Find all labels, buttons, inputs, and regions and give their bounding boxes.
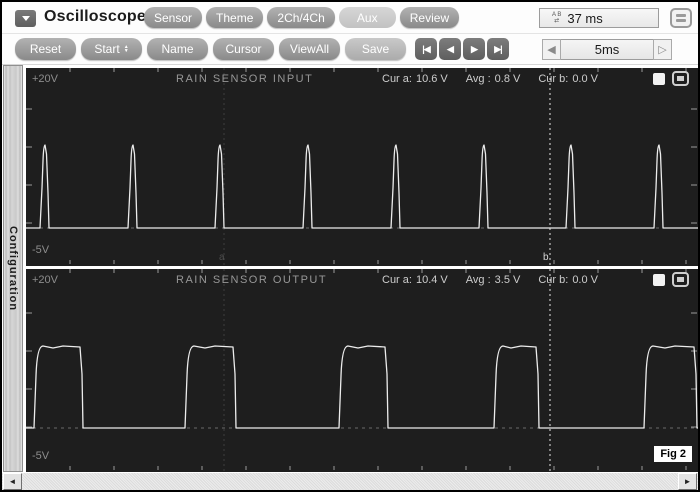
scroll-left-button[interactable]: ◄ — [3, 473, 22, 490]
button-cursor[interactable]: Cursor — [213, 38, 274, 60]
scope-input-pane: +20V RAIN SENSOR INPUT Cur a: 10.6 V Avg … — [26, 68, 698, 266]
scope-input-vmin-label: -5V — [32, 244, 49, 256]
cur-b-label: Cur b: — [538, 274, 568, 286]
next-frame-icon[interactable]: ▶ — [463, 38, 485, 60]
button-viewall[interactable]: ViewAll — [279, 38, 340, 60]
horizontal-scrollbar[interactable]: ◄ ► — [2, 472, 698, 490]
button-theme[interactable]: Theme — [206, 7, 263, 28]
configuration-panel-handle[interactable]: Configuration — [3, 65, 23, 472]
scope-input-title: RAIN SENSOR INPUT — [176, 73, 313, 85]
ab-cursor-icon: A B ⇄ — [552, 12, 561, 24]
configuration-label: Configuration — [7, 226, 19, 311]
titlebar-buttons: SensorTheme2Ch/4ChAuxReview — [144, 7, 459, 28]
channel-outline-toggle-icon[interactable] — [672, 71, 689, 86]
scope-input-vmax-label: +20V — [32, 73, 58, 85]
button-start[interactable]: Start▲▼ — [81, 38, 142, 60]
figure-badge: Fig 2 — [654, 446, 692, 462]
cursor-a-tag[interactable]: a — [219, 252, 225, 263]
scope-column: +20V RAIN SENSOR INPUT Cur a: 10.6 V Avg … — [26, 68, 698, 472]
timebase-next-button[interactable]: ▷ — [653, 39, 672, 60]
avg-value: 3.5 V — [495, 274, 521, 286]
scope-output-pane: +20V RAIN SENSOR OUTPUT Cur a: 10.4 V Avg… — [26, 269, 698, 472]
timebase-value[interactable]: 5ms — [561, 39, 653, 60]
avg-value: 0.8 V — [495, 73, 521, 85]
layout-panes-icon[interactable] — [670, 8, 692, 28]
channel-outline-toggle-icon[interactable] — [672, 272, 689, 287]
waveform-input-display — [26, 68, 698, 266]
cur-b-value: 0.0 V — [572, 274, 598, 286]
cur-a-value: 10.6 V — [416, 73, 448, 85]
channel-solid-toggle-icon[interactable] — [653, 73, 665, 85]
ab-measure-value: 37 ms — [567, 11, 602, 26]
cur-b-label: Cur b: — [538, 73, 568, 85]
channel-solid-toggle-icon[interactable] — [653, 274, 665, 286]
cur-a-label: Cur a: — [382, 73, 412, 85]
up-down-spinner-icon: ▲▼ — [124, 45, 129, 53]
menu-dropdown-button[interactable] — [15, 10, 36, 27]
main-area: Configuration +20V RAIN SENSOR INPUT Cur… — [2, 65, 698, 472]
scope-output-vmin-label: -5V — [32, 450, 49, 462]
chevron-down-icon — [22, 16, 30, 21]
app-title: Oscilloscope — [44, 8, 146, 26]
button-2ch4ch[interactable]: 2Ch/4Ch — [267, 7, 334, 28]
frame-nav-group: |◀◀▶▶| — [415, 38, 509, 60]
button-review[interactable]: Review — [400, 7, 459, 28]
scope-input-readouts: Cur a: 10.6 V Avg : 0.8 V Cur b: 0.0 V — [382, 73, 598, 85]
toolbar: ResetStart▲▼NameCursorViewAllSave |◀◀▶▶|… — [2, 34, 698, 65]
button-name[interactable]: Name — [147, 38, 208, 60]
timebase-control: ◀ 5ms ▷ — [542, 39, 672, 60]
cur-b-value: 0.0 V — [572, 73, 598, 85]
cur-a-value: 10.4 V — [416, 274, 448, 286]
avg-label: Avg : — [466, 274, 491, 286]
scroll-right-button[interactable]: ► — [678, 473, 697, 490]
ab-measure-box[interactable]: A B ⇄ 37 ms — [539, 8, 659, 28]
prev-frame-icon[interactable]: ◀ — [439, 38, 461, 60]
avg-label: Avg : — [466, 73, 491, 85]
last-frame-icon[interactable]: ▶| — [487, 38, 509, 60]
scope-output-vmax-label: +20V — [32, 274, 58, 286]
scope-output-readouts: Cur a: 10.4 V Avg : 3.5 V Cur b: 0.0 V — [382, 274, 598, 286]
cursor-b-tag[interactable]: b — [543, 252, 549, 263]
button-save[interactable]: Save — [345, 38, 406, 60]
ab-icon-arrows: ⇄ — [554, 18, 559, 24]
toolbar-buttons: ResetStart▲▼NameCursorViewAllSave — [15, 38, 406, 60]
waveform-output-display — [26, 269, 698, 472]
button-aux[interactable]: Aux — [339, 7, 396, 28]
button-reset[interactable]: Reset — [15, 38, 76, 60]
cur-a-label: Cur a: — [382, 274, 412, 286]
first-frame-icon[interactable]: |◀ — [415, 38, 437, 60]
oscilloscope-window: Oscilloscope SensorTheme2Ch/4ChAuxReview… — [0, 0, 700, 492]
timebase-prev-button[interactable]: ◀ — [542, 39, 561, 60]
scope-output-title: RAIN SENSOR OUTPUT — [176, 274, 327, 286]
button-sensor[interactable]: Sensor — [144, 7, 202, 28]
title-bar: Oscilloscope SensorTheme2Ch/4ChAuxReview… — [2, 2, 698, 34]
